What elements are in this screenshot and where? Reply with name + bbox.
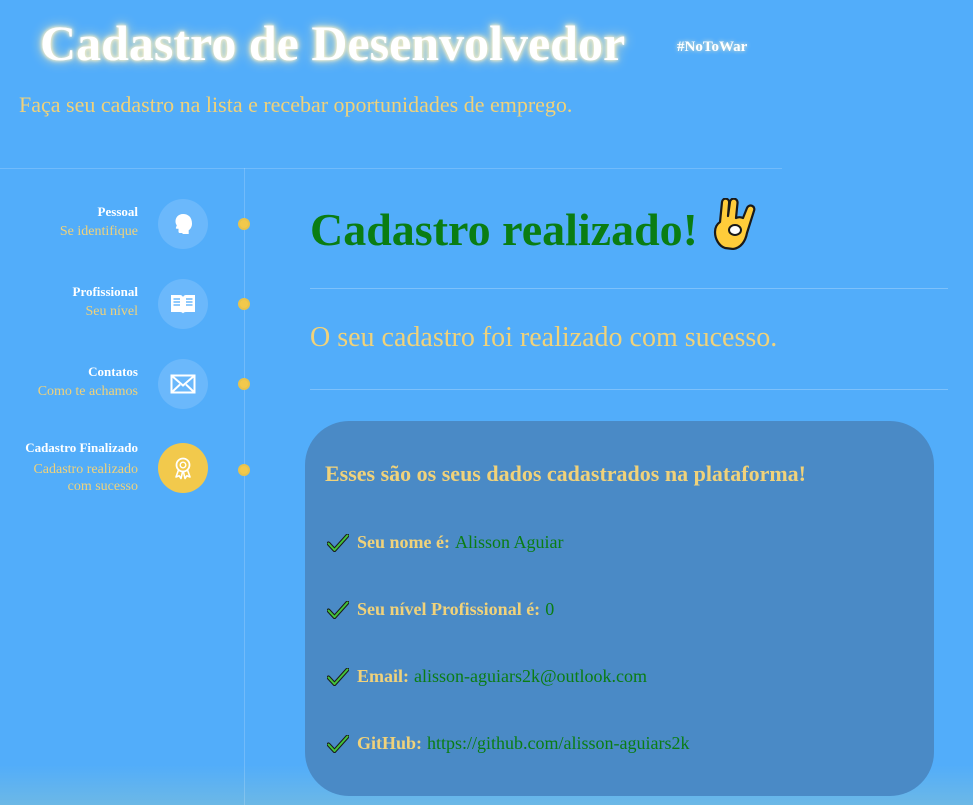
step-subtitle: Seu nível	[85, 304, 139, 319]
step-dot	[238, 298, 250, 310]
mail-icon	[170, 374, 196, 394]
step-subtitle: com sucesso	[67, 479, 138, 494]
header-divider	[0, 168, 782, 169]
step-contatos[interactable]: Contatos Como te achamos	[0, 359, 260, 419]
step-icon-circle	[158, 199, 208, 249]
step-cadastro-finalizado[interactable]: Cadastro Finalizado Cadastro realizado c…	[0, 439, 260, 503]
step-subtitle: Cadastro realizado	[33, 462, 138, 477]
summary-value: Alisson Aguiar	[455, 532, 564, 552]
step-title: Pessoal	[97, 204, 138, 219]
content-divider	[310, 389, 948, 390]
step-icon-circle	[158, 443, 208, 493]
summary-value: https://github.com/alisson-aguiars2k	[427, 733, 690, 753]
summary-row-name: Seu nome é: Alisson Aguiar	[327, 532, 564, 553]
check-icon	[327, 533, 349, 552]
page-subtitle: Faça seu cadastro na lista e recebar opo…	[19, 92, 573, 117]
hashtag-text: #NoToWar	[677, 39, 748, 55]
summary-label: Email:	[357, 666, 409, 686]
summary-title: Esses são os seus dados cadastrados na p…	[325, 461, 807, 486]
step-dot	[238, 218, 250, 230]
content-divider	[310, 288, 948, 289]
step-title: Cadastro Finalizado	[25, 440, 138, 455]
head-icon	[175, 214, 192, 234]
summary-label: Seu nível Profissional é:	[357, 599, 541, 619]
check-icon	[327, 734, 349, 753]
ok-hand-icon	[712, 197, 756, 261]
award-icon	[175, 457, 191, 480]
step-dot	[238, 464, 250, 476]
success-message: O seu cadastro foi realizado com sucesso…	[310, 322, 778, 353]
step-pessoal[interactable]: Pessoal Se identifique	[0, 199, 260, 259]
step-profissional[interactable]: Profissional Seu nível	[0, 279, 260, 339]
summary-value: 0	[545, 599, 555, 619]
summary-row-github: GitHub: https://github.com/alisson-aguia…	[327, 733, 690, 754]
summary-row-email: Email: alisson-aguiars2k@outlook.com	[327, 666, 647, 687]
summary-card: Esses são os seus dados cadastrados na p…	[305, 421, 934, 796]
step-subtitle: Como te achamos	[37, 384, 138, 399]
summary-label: GitHub:	[357, 733, 423, 753]
success-title-text: Cadastro realizado!	[310, 204, 698, 255]
summary-row-level: Seu nível Profissional é: 0	[327, 599, 554, 620]
summary-label: Seu nome é:	[357, 532, 450, 552]
step-subtitle: Se identifique	[59, 224, 138, 239]
check-icon	[327, 600, 349, 619]
step-icon-circle	[158, 359, 208, 409]
summary-value: alisson-aguiars2k@outlook.com	[414, 666, 648, 686]
step-dot	[238, 378, 250, 390]
step-icon-circle	[158, 279, 208, 329]
step-title: Profissional	[72, 284, 139, 299]
page-title: Cadastro de Desenvolvedor	[40, 15, 626, 71]
book-icon	[171, 295, 195, 314]
check-icon	[327, 667, 349, 686]
step-title: Contatos	[88, 364, 138, 379]
success-title: Cadastro realizado!	[310, 197, 756, 261]
